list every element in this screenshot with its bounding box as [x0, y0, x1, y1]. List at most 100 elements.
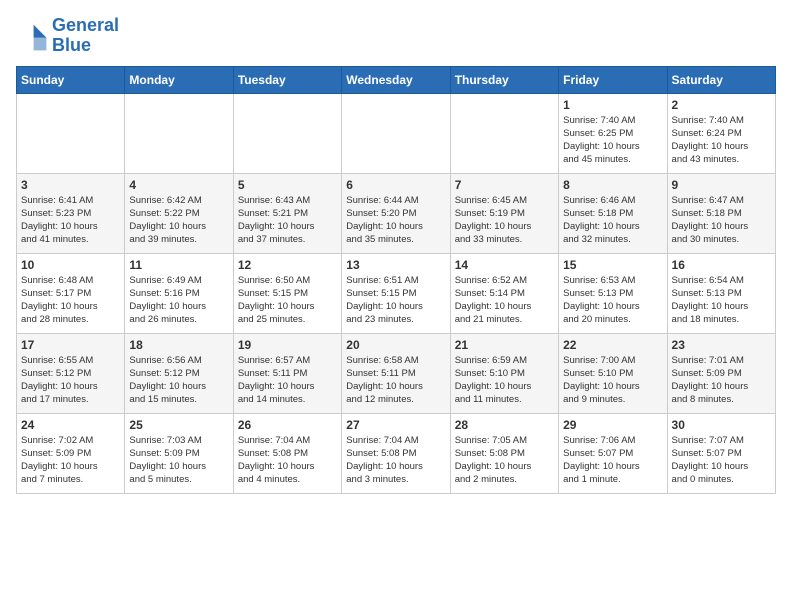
- day-number: 25: [129, 418, 228, 432]
- calendar-cell: [233, 93, 341, 173]
- calendar-week-3: 17 Sunrise: 6:55 AM Sunset: 5:12 PM Dayli…: [17, 333, 776, 413]
- day-info: Sunrise: 7:40 AM Sunset: 6:24 PM Dayligh…: [672, 114, 771, 167]
- calendar-cell: 5 Sunrise: 6:43 AM Sunset: 5:21 PM Daylig…: [233, 173, 341, 253]
- day-number: 6: [346, 178, 445, 192]
- calendar-cell: 9 Sunrise: 6:47 AM Sunset: 5:18 PM Daylig…: [667, 173, 775, 253]
- calendar-cell: 1Sunrise: 7:40 AM Sunset: 6:25 PM Daylig…: [559, 93, 667, 173]
- day-info: Sunrise: 6:44 AM Sunset: 5:20 PM Dayligh…: [346, 194, 445, 247]
- day-info: Sunrise: 6:55 AM Sunset: 5:12 PM Dayligh…: [21, 354, 120, 407]
- page-header: General Blue: [16, 16, 776, 56]
- day-number: 15: [563, 258, 662, 272]
- day-info: Sunrise: 6:51 AM Sunset: 5:15 PM Dayligh…: [346, 274, 445, 327]
- day-info: Sunrise: 7:00 AM Sunset: 5:10 PM Dayligh…: [563, 354, 662, 407]
- day-number: 4: [129, 178, 228, 192]
- day-number: 19: [238, 338, 337, 352]
- calendar-cell: 19Sunrise: 6:57 AM Sunset: 5:11 PM Dayli…: [233, 333, 341, 413]
- day-number: 21: [455, 338, 554, 352]
- day-number: 16: [672, 258, 771, 272]
- day-number: 20: [346, 338, 445, 352]
- header-saturday: Saturday: [667, 66, 775, 93]
- calendar-cell: 23 Sunrise: 7:01 AM Sunset: 5:09 PM Dayli…: [667, 333, 775, 413]
- header-monday: Monday: [125, 66, 233, 93]
- header-sunday: Sunday: [17, 66, 125, 93]
- calendar-cell: 4 Sunrise: 6:42 AM Sunset: 5:22 PM Daylig…: [125, 173, 233, 253]
- day-info: Sunrise: 6:52 AM Sunset: 5:14 PM Dayligh…: [455, 274, 554, 327]
- calendar-week-2: 10 Sunrise: 6:48 AM Sunset: 5:17 PM Dayli…: [17, 253, 776, 333]
- calendar-cell: 21Sunrise: 6:59 AM Sunset: 5:10 PM Dayli…: [450, 333, 558, 413]
- calendar-cell: 25 Sunrise: 7:03 AM Sunset: 5:09 PM Dayli…: [125, 413, 233, 493]
- header-wednesday: Wednesday: [342, 66, 450, 93]
- logo-icon: [16, 20, 48, 52]
- day-number: 30: [672, 418, 771, 432]
- day-number: 2: [672, 98, 771, 112]
- header-friday: Friday: [559, 66, 667, 93]
- calendar-cell: 14 Sunrise: 6:52 AM Sunset: 5:14 PM Dayli…: [450, 253, 558, 333]
- header-thursday: Thursday: [450, 66, 558, 93]
- day-info: Sunrise: 6:54 AM Sunset: 5:13 PM Dayligh…: [672, 274, 771, 327]
- day-info: Sunrise: 7:07 AM Sunset: 5:07 PM Dayligh…: [672, 434, 771, 487]
- day-number: 7: [455, 178, 554, 192]
- calendar-cell: 26 Sunrise: 7:04 AM Sunset: 5:08 PM Dayli…: [233, 413, 341, 493]
- day-info: Sunrise: 6:42 AM Sunset: 5:22 PM Dayligh…: [129, 194, 228, 247]
- calendar-cell: 15 Sunrise: 6:53 AM Sunset: 5:13 PM Dayli…: [559, 253, 667, 333]
- day-info: Sunrise: 7:04 AM Sunset: 5:08 PM Dayligh…: [238, 434, 337, 487]
- day-number: 14: [455, 258, 554, 272]
- calendar-cell: 13 Sunrise: 6:51 AM Sunset: 5:15 PM Dayli…: [342, 253, 450, 333]
- calendar-cell: 27 Sunrise: 7:04 AM Sunset: 5:08 PM Dayli…: [342, 413, 450, 493]
- calendar-cell: [342, 93, 450, 173]
- header-tuesday: Tuesday: [233, 66, 341, 93]
- logo-text: General Blue: [52, 16, 119, 56]
- calendar-cell: 28 Sunrise: 7:05 AM Sunset: 5:08 PM Dayli…: [450, 413, 558, 493]
- day-info: Sunrise: 6:53 AM Sunset: 5:13 PM Dayligh…: [563, 274, 662, 327]
- day-number: 9: [672, 178, 771, 192]
- calendar-cell: 3Sunrise: 6:41 AM Sunset: 5:23 PM Daylig…: [17, 173, 125, 253]
- calendar-cell: 11 Sunrise: 6:49 AM Sunset: 5:16 PM Dayli…: [125, 253, 233, 333]
- calendar-cell: [125, 93, 233, 173]
- calendar-cell: 16 Sunrise: 6:54 AM Sunset: 5:13 PM Dayli…: [667, 253, 775, 333]
- calendar-cell: [450, 93, 558, 173]
- day-info: Sunrise: 7:05 AM Sunset: 5:08 PM Dayligh…: [455, 434, 554, 487]
- calendar-cell: 29 Sunrise: 7:06 AM Sunset: 5:07 PM Dayli…: [559, 413, 667, 493]
- day-info: Sunrise: 7:03 AM Sunset: 5:09 PM Dayligh…: [129, 434, 228, 487]
- day-info: Sunrise: 7:06 AM Sunset: 5:07 PM Dayligh…: [563, 434, 662, 487]
- day-number: 5: [238, 178, 337, 192]
- calendar-cell: 17 Sunrise: 6:55 AM Sunset: 5:12 PM Dayli…: [17, 333, 125, 413]
- day-info: Sunrise: 6:49 AM Sunset: 5:16 PM Dayligh…: [129, 274, 228, 327]
- day-info: Sunrise: 6:47 AM Sunset: 5:18 PM Dayligh…: [672, 194, 771, 247]
- day-number: 23: [672, 338, 771, 352]
- day-number: 10: [21, 258, 120, 272]
- day-number: 12: [238, 258, 337, 272]
- calendar-week-4: 24Sunrise: 7:02 AM Sunset: 5:09 PM Dayli…: [17, 413, 776, 493]
- calendar-cell: 22 Sunrise: 7:00 AM Sunset: 5:10 PM Dayli…: [559, 333, 667, 413]
- day-number: 17: [21, 338, 120, 352]
- day-number: 13: [346, 258, 445, 272]
- calendar-cell: 30 Sunrise: 7:07 AM Sunset: 5:07 PM Dayli…: [667, 413, 775, 493]
- day-number: 29: [563, 418, 662, 432]
- day-number: 27: [346, 418, 445, 432]
- day-number: 26: [238, 418, 337, 432]
- calendar-cell: 12Sunrise: 6:50 AM Sunset: 5:15 PM Dayli…: [233, 253, 341, 333]
- calendar-cell: 20Sunrise: 6:58 AM Sunset: 5:11 PM Dayli…: [342, 333, 450, 413]
- day-number: 8: [563, 178, 662, 192]
- calendar-cell: 18 Sunrise: 6:56 AM Sunset: 5:12 PM Dayli…: [125, 333, 233, 413]
- calendar-cell: 2 Sunrise: 7:40 AM Sunset: 6:24 PM Daylig…: [667, 93, 775, 173]
- calendar-cell: 24Sunrise: 7:02 AM Sunset: 5:09 PM Dayli…: [17, 413, 125, 493]
- day-number: 3: [21, 178, 120, 192]
- day-number: 22: [563, 338, 662, 352]
- calendar-header-row: SundayMondayTuesdayWednesdayThursdayFrid…: [17, 66, 776, 93]
- day-number: 11: [129, 258, 228, 272]
- day-number: 28: [455, 418, 554, 432]
- day-info: Sunrise: 6:48 AM Sunset: 5:17 PM Dayligh…: [21, 274, 120, 327]
- calendar-cell: 7Sunrise: 6:45 AM Sunset: 5:19 PM Daylig…: [450, 173, 558, 253]
- day-info: Sunrise: 7:02 AM Sunset: 5:09 PM Dayligh…: [21, 434, 120, 487]
- calendar-week-1: 3Sunrise: 6:41 AM Sunset: 5:23 PM Daylig…: [17, 173, 776, 253]
- day-info: Sunrise: 7:04 AM Sunset: 5:08 PM Dayligh…: [346, 434, 445, 487]
- day-info: Sunrise: 6:56 AM Sunset: 5:12 PM Dayligh…: [129, 354, 228, 407]
- calendar-cell: 8 Sunrise: 6:46 AM Sunset: 5:18 PM Daylig…: [559, 173, 667, 253]
- calendar-table: SundayMondayTuesdayWednesdayThursdayFrid…: [16, 66, 776, 494]
- day-info: Sunrise: 6:43 AM Sunset: 5:21 PM Dayligh…: [238, 194, 337, 247]
- day-info: Sunrise: 7:40 AM Sunset: 6:25 PM Dayligh…: [563, 114, 662, 167]
- day-info: Sunrise: 7:01 AM Sunset: 5:09 PM Dayligh…: [672, 354, 771, 407]
- day-number: 18: [129, 338, 228, 352]
- day-info: Sunrise: 6:46 AM Sunset: 5:18 PM Dayligh…: [563, 194, 662, 247]
